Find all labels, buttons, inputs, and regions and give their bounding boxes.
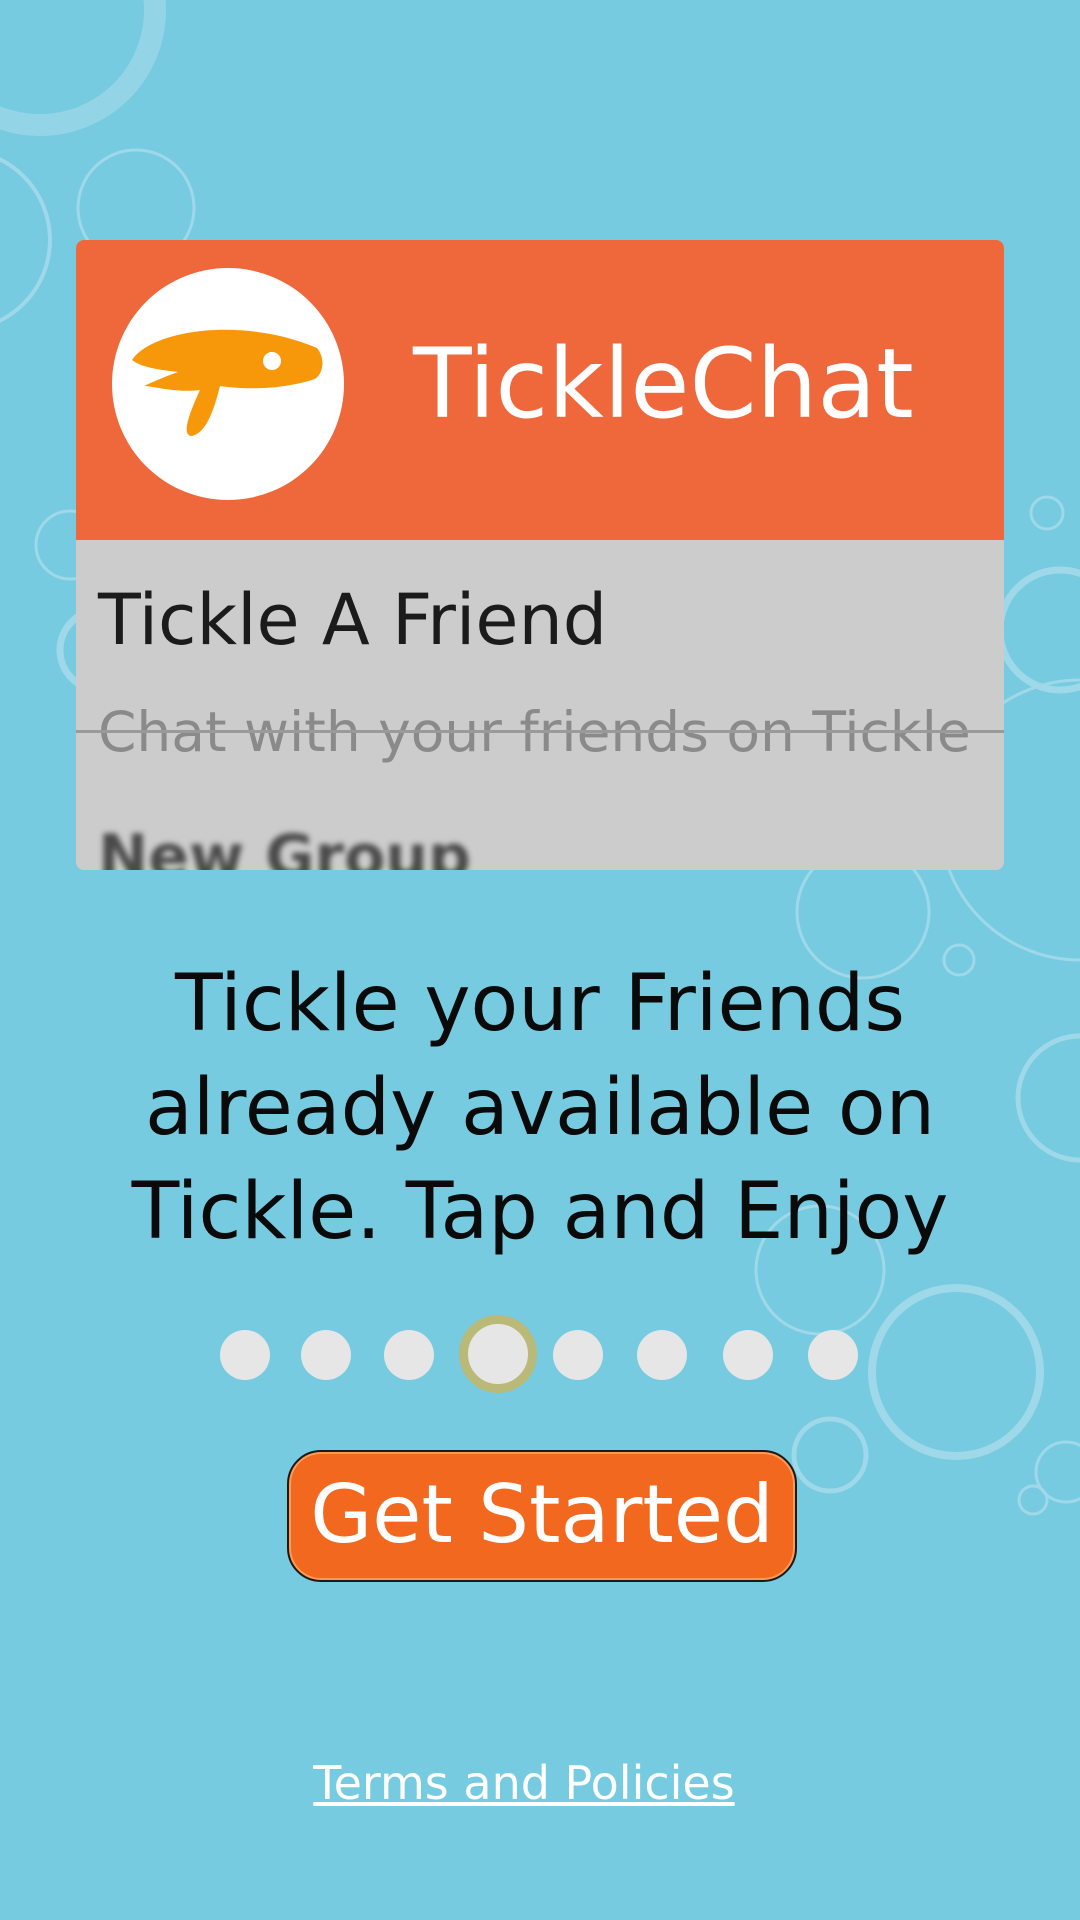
page-dot-2[interactable]: [301, 1330, 351, 1380]
app-name: TickleChat: [413, 328, 914, 440]
preview-header: TickleChat: [76, 240, 1004, 540]
onboarding-tagline: Tickle your Friends already available on…: [131, 959, 949, 1257]
page-dot-3[interactable]: [384, 1330, 434, 1380]
speech-bubble-fish-logo-icon: [132, 329, 323, 436]
page-dot-1[interactable]: [220, 1330, 270, 1380]
app-logo: [112, 268, 344, 500]
page-dot-5[interactable]: [553, 1330, 603, 1380]
menu-item-new-group: New Group: [98, 822, 471, 870]
page-dot-7[interactable]: [723, 1330, 773, 1380]
page-indicator: [0, 1305, 1080, 1405]
menu-item-tickle-a-friend: Tickle A Friend Chat with your friends o…: [76, 540, 1004, 870]
page-dot-6[interactable]: [637, 1330, 687, 1380]
menu-item-title: Tickle A Friend: [98, 579, 608, 661]
app-preview-card: TickleChat Tickle A Friend Chat with you…: [76, 240, 1004, 870]
terms-and-policies-link[interactable]: Terms and Policies: [0, 1753, 1048, 1813]
page-dot-4-active[interactable]: [459, 1315, 537, 1393]
menu-divider: [76, 730, 1004, 733]
get-started-button[interactable]: Get Started: [287, 1450, 797, 1582]
page-dot-8[interactable]: [808, 1330, 858, 1380]
